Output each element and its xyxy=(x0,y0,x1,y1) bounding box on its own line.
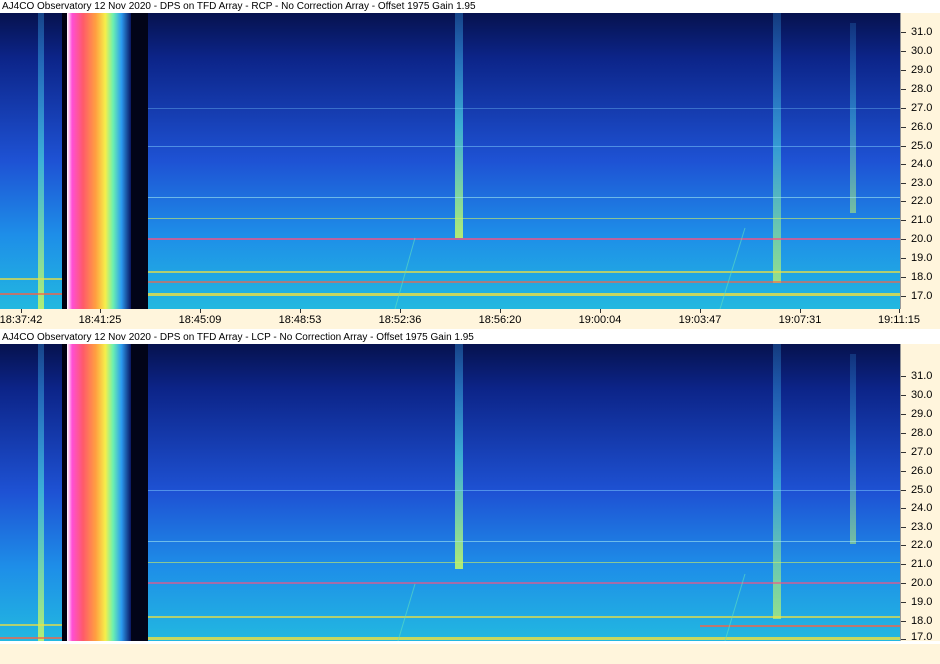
xtick-label: 19:00:04 xyxy=(578,314,622,326)
ytick-label: 18.0 xyxy=(911,615,933,627)
spectrogram-image xyxy=(0,13,900,309)
ytick-label: 20.0 xyxy=(911,577,933,589)
frequency-axis: 31.0 30.0 29.0 28.0 27.0 26.0 25.0 24.0 … xyxy=(900,13,940,309)
ytick-label: 26.0 xyxy=(911,465,933,477)
ytick-label: 30.0 xyxy=(911,389,933,401)
ytick-label: 25.0 xyxy=(911,140,933,152)
ytick-label: 22.0 xyxy=(911,195,933,207)
ytick-label: 18.0 xyxy=(911,271,933,283)
ytick-label: 25.0 xyxy=(911,484,933,496)
ytick-label: 28.0 xyxy=(911,83,933,95)
panel-title: AJ4CO Observatory 12 Nov 2020 - DPS on T… xyxy=(0,331,940,344)
ytick-label: 28.0 xyxy=(911,427,933,439)
xtick-label: 19:03:47 xyxy=(678,314,722,326)
bottom-axis-strip xyxy=(0,644,940,664)
ytick-label: 29.0 xyxy=(911,408,933,420)
ytick-label: 21.0 xyxy=(911,558,933,570)
ytick-label: 27.0 xyxy=(911,446,933,458)
ytick-label: 29.0 xyxy=(911,64,933,76)
ytick-label: 31.0 xyxy=(911,370,933,382)
xtick-label: 18:48:53 xyxy=(278,314,322,326)
ytick-label: 20.0 xyxy=(911,233,933,245)
ytick-label: 19.0 xyxy=(911,596,933,608)
ytick-label: 23.0 xyxy=(911,521,933,533)
ytick-label: 24.0 xyxy=(911,158,933,170)
xtick-label: 18:41:25 xyxy=(78,314,122,326)
ytick-label: 24.0 xyxy=(911,502,933,514)
xtick-label: 18:37:42 xyxy=(0,314,43,326)
ytick-label: 31.0 xyxy=(911,26,933,38)
frequency-axis: 31.0 30.0 29.0 28.0 27.0 26.0 25.0 24.0 … xyxy=(900,344,940,643)
ytick-label: 21.0 xyxy=(911,214,933,226)
time-axis: 18:37:42 18:41:25 18:45:09 18:48:53 18:5… xyxy=(0,309,940,329)
ytick-label: 17.0 xyxy=(911,290,933,302)
ytick-label: 19.0 xyxy=(911,252,933,264)
xtick-label: 19:07:31 xyxy=(778,314,822,326)
xtick-label: 19:11:15 xyxy=(877,314,921,326)
ytick-label: 26.0 xyxy=(911,121,933,133)
ytick-label: 22.0 xyxy=(911,539,933,551)
spectrogram-image xyxy=(0,344,900,641)
xtick-label: 18:52:36 xyxy=(378,314,422,326)
ytick-label: 17.0 xyxy=(911,631,933,643)
ytick-label: 23.0 xyxy=(911,177,933,189)
panel-title: AJ4CO Observatory 12 Nov 2020 - DPS on T… xyxy=(0,0,940,13)
xtick-label: 18:56:20 xyxy=(478,314,522,326)
ytick-label: 27.0 xyxy=(911,102,933,114)
spectrogram-lcp[interactable] xyxy=(0,344,900,641)
spectrogram-rcp[interactable] xyxy=(0,13,900,309)
ytick-label: 30.0 xyxy=(911,45,933,57)
xtick-label: 18:45:09 xyxy=(178,314,222,326)
